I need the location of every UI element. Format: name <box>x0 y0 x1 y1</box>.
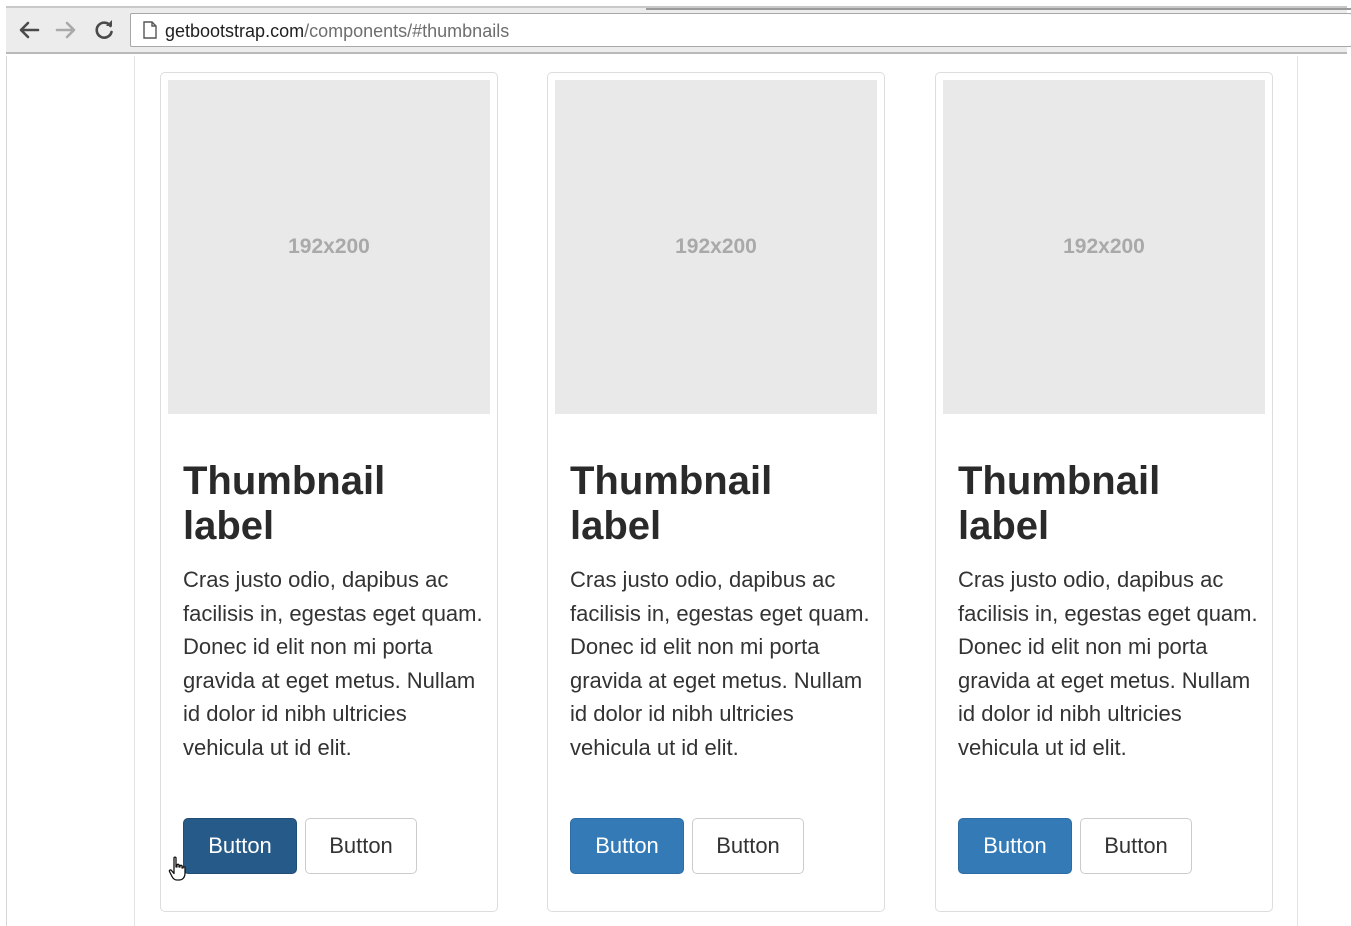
thumbnail-card: 192x200 Thumbnail label Cras justo odio,… <box>160 72 498 912</box>
window-edge <box>6 56 7 926</box>
thumbnail-buttons: Button Button <box>183 818 417 874</box>
tab-strip-edge <box>646 8 1351 10</box>
hand-cursor-icon <box>168 856 186 881</box>
back-button[interactable] <box>16 17 42 43</box>
address-bar[interactable]: getbootstrap.com/components/#thumbnails <box>130 13 1351 47</box>
thumbnail-card: 192x200 Thumbnail label Cras justo odio,… <box>935 72 1273 912</box>
thumbnail-image-placeholder: 192x200 <box>168 80 490 414</box>
container-edge-right <box>1297 56 1298 926</box>
browser-toolbar: getbootstrap.com/components/#thumbnails <box>6 6 1351 54</box>
thumbnail-title: Thumbnail label <box>183 459 386 548</box>
thumbnail-caption: Thumbnail label Cras justo odio, dapibus… <box>183 459 483 764</box>
document-icon <box>143 21 157 44</box>
primary-button[interactable]: Button <box>958 818 1072 874</box>
thumbnail-image-placeholder: 192x200 <box>555 80 877 414</box>
default-button[interactable]: Button <box>692 818 804 874</box>
thumbnail-caption: Thumbnail label Cras justo odio, dapibus… <box>570 459 870 764</box>
default-button[interactable]: Button <box>305 818 417 874</box>
thumbnail-buttons: Button Button <box>570 818 804 874</box>
thumbnail-buttons: Button Button <box>958 818 1192 874</box>
url-path: /components/#thumbnails <box>304 21 510 41</box>
primary-button[interactable]: Button <box>570 818 684 874</box>
default-button[interactable]: Button <box>1080 818 1192 874</box>
thumbnail-text: Cras justo odio, dapibus ac facilisis in… <box>183 567 483 760</box>
thumbnail-image-placeholder: 192x200 <box>943 80 1265 414</box>
arrow-right-icon <box>55 21 76 39</box>
arrow-left-icon <box>19 21 40 39</box>
url-text[interactable]: getbootstrap.com/components/#thumbnails <box>165 21 509 42</box>
primary-button[interactable]: Button <box>183 818 297 874</box>
thumbnail-title: Thumbnail label <box>570 459 773 548</box>
container-edge-left <box>134 56 135 926</box>
forward-button[interactable] <box>53 17 79 43</box>
url-host: getbootstrap.com <box>165 21 305 41</box>
reload-button[interactable] <box>91 17 117 43</box>
browser-window: getbootstrap.com/components/#thumbnails … <box>0 0 1351 926</box>
page-content: 192x200 Thumbnail label Cras justo odio,… <box>0 56 1351 926</box>
thumbnail-text: Cras justo odio, dapibus ac facilisis in… <box>570 567 870 760</box>
thumbnail-caption: Thumbnail label Cras justo odio, dapibus… <box>958 459 1258 764</box>
reload-icon <box>95 20 113 39</box>
thumbnail-text: Cras justo odio, dapibus ac facilisis in… <box>958 567 1258 760</box>
thumbnail-card: 192x200 Thumbnail label Cras justo odio,… <box>547 72 885 912</box>
thumbnail-title: Thumbnail label <box>958 459 1161 548</box>
